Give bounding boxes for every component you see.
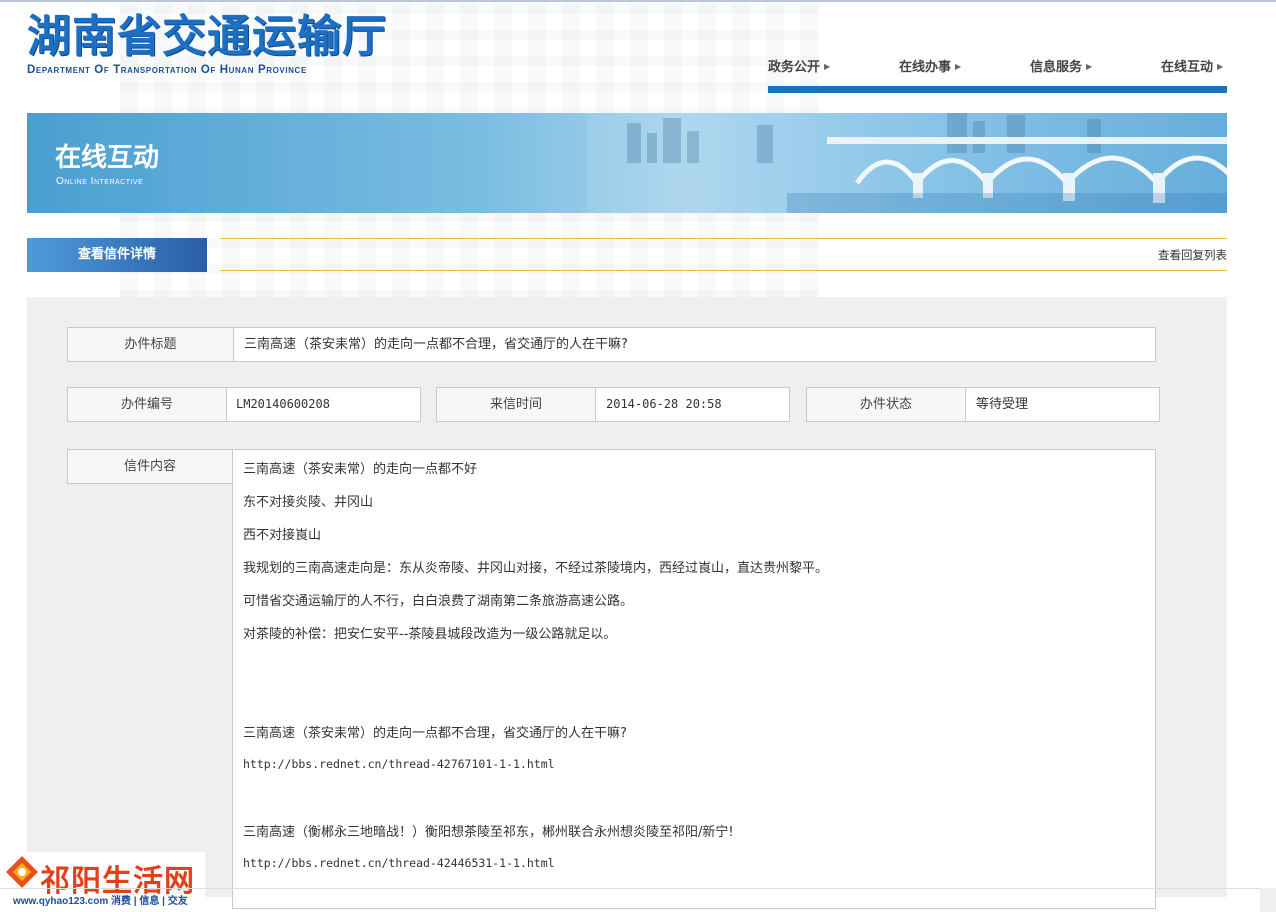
- watermark-logo: 祁阳生活网 www.qyhao123.com 消费 | 信息 | 交友: [0, 852, 205, 912]
- status-row: 办件状态 等待受理: [806, 387, 1160, 422]
- bridge-illustration: [587, 113, 1227, 213]
- number-label: 办件编号: [68, 388, 227, 421]
- status-label: 办件状态: [807, 388, 966, 421]
- triangle-right-icon: ▶: [955, 62, 962, 71]
- content-url-link[interactable]: http://bbs.rednet.cn/thread-42446531-1-1…: [243, 856, 555, 870]
- letter-detail-panel: 办件标题 三南高速（茶安耒常）的走向一点都不合理，省交通厅的人在干嘛? 办件编号…: [27, 297, 1227, 909]
- nav-item-gov-affairs[interactable]: 政务公开 ▶: [768, 56, 830, 75]
- time-value: 2014-06-28 20:58: [606, 397, 722, 411]
- nav-item-label: 在线办事: [899, 60, 952, 75]
- nav-item-online-interactive[interactable]: 在线互动 ▶: [1161, 56, 1223, 75]
- content-line: 对茶陵的补偿：把安仁安平--茶陵县城段改造为一级公路就足以。: [243, 627, 617, 642]
- time-row: 来信时间 2014-06-28 20:58: [436, 387, 790, 422]
- content-label: 信件内容: [67, 449, 233, 484]
- main-nav: 政务公开 ▶ 在线办事 ▶ 信息服务 ▶ 在线互动 ▶: [768, 56, 1227, 94]
- status-bar-border: [0, 888, 1276, 889]
- banner-title: 在线互动: [55, 143, 160, 173]
- triangle-right-icon: ▶: [1086, 62, 1093, 71]
- title-row: 办件标题 三南高速（茶安耒常）的走向一点都不合理，省交通厅的人在干嘛?: [67, 327, 1156, 362]
- watermark-subtitle: www.qyhao123.com 消费 | 信息 | 交友: [13, 896, 188, 907]
- tab-letter-detail[interactable]: 查看信件详情: [27, 238, 207, 272]
- content-line: 三南高速（茶安耒常）的走向一点都不合理，省交通厅的人在干嘛?: [243, 726, 627, 741]
- nav-underline: [768, 86, 1227, 93]
- view-reply-list-link[interactable]: 查看回复列表: [1158, 247, 1227, 263]
- section-banner: 在线互动 Online Interactive: [27, 113, 1227, 213]
- content-line: 三南高速（衡郴永三地暗战！）衡阳想茶陵至祁东，郴州联合永州想炎陵至祁阳/新宁!: [243, 825, 734, 840]
- content-line: 西不对接崀山: [243, 528, 322, 543]
- site-logo[interactable]: 湖南省交通运输厅 Department Of Transportation Of…: [27, 10, 387, 76]
- logo-chinese-text: 湖南省交通运输厅: [27, 11, 387, 62]
- content-line: 可惜省交通运输厅的人不行，白白浪费了湖南第二条旅游高速公路。: [243, 594, 634, 609]
- nav-item-info-service[interactable]: 信息服务 ▶: [1030, 56, 1092, 75]
- status-value: 等待受理: [976, 397, 1029, 412]
- content-body: 三南高速（茶安耒常）的走向一点都不好 东不对接炎陵、井冈山 西不对接崀山 我规划…: [232, 449, 1156, 909]
- title-label: 办件标题: [68, 328, 234, 361]
- triangle-right-icon: ▶: [1217, 62, 1224, 71]
- nav-item-label: 在线互动: [1161, 60, 1214, 75]
- content-line: 三南高速（茶安耒常）的走向一点都不好: [243, 462, 478, 477]
- logo-english-text: Department Of Transportation Of Hunan Pr…: [27, 64, 307, 76]
- nav-item-label: 信息服务: [1030, 60, 1083, 75]
- nav-item-label: 政务公开: [768, 60, 821, 75]
- triangle-right-icon: ▶: [824, 62, 831, 71]
- resize-grip-icon: [1260, 888, 1276, 912]
- time-label: 来信时间: [437, 388, 596, 421]
- content-url-link[interactable]: http://bbs.rednet.cn/thread-42767101-1-1…: [243, 757, 555, 771]
- content-line: 东不对接炎陵、井冈山: [243, 495, 374, 510]
- banner-subtitle: Online Interactive: [56, 176, 144, 187]
- watermark-emblem-icon: [6, 856, 38, 888]
- tabbar-top-line: [220, 238, 1227, 239]
- title-value: 三南高速（茶安耒常）的走向一点都不合理，省交通厅的人在干嘛?: [244, 337, 628, 352]
- content-line: 我规划的三南高速走向是：东从炎帝陵、井冈山对接，不经过茶陵境内，西经过崀山，直达…: [243, 561, 829, 576]
- tabbar-bottom-line: [220, 270, 1227, 271]
- nav-item-online-service[interactable]: 在线办事 ▶: [899, 56, 961, 75]
- number-row: 办件编号 LM20140600208: [67, 387, 421, 422]
- number-value: LM20140600208: [236, 397, 330, 411]
